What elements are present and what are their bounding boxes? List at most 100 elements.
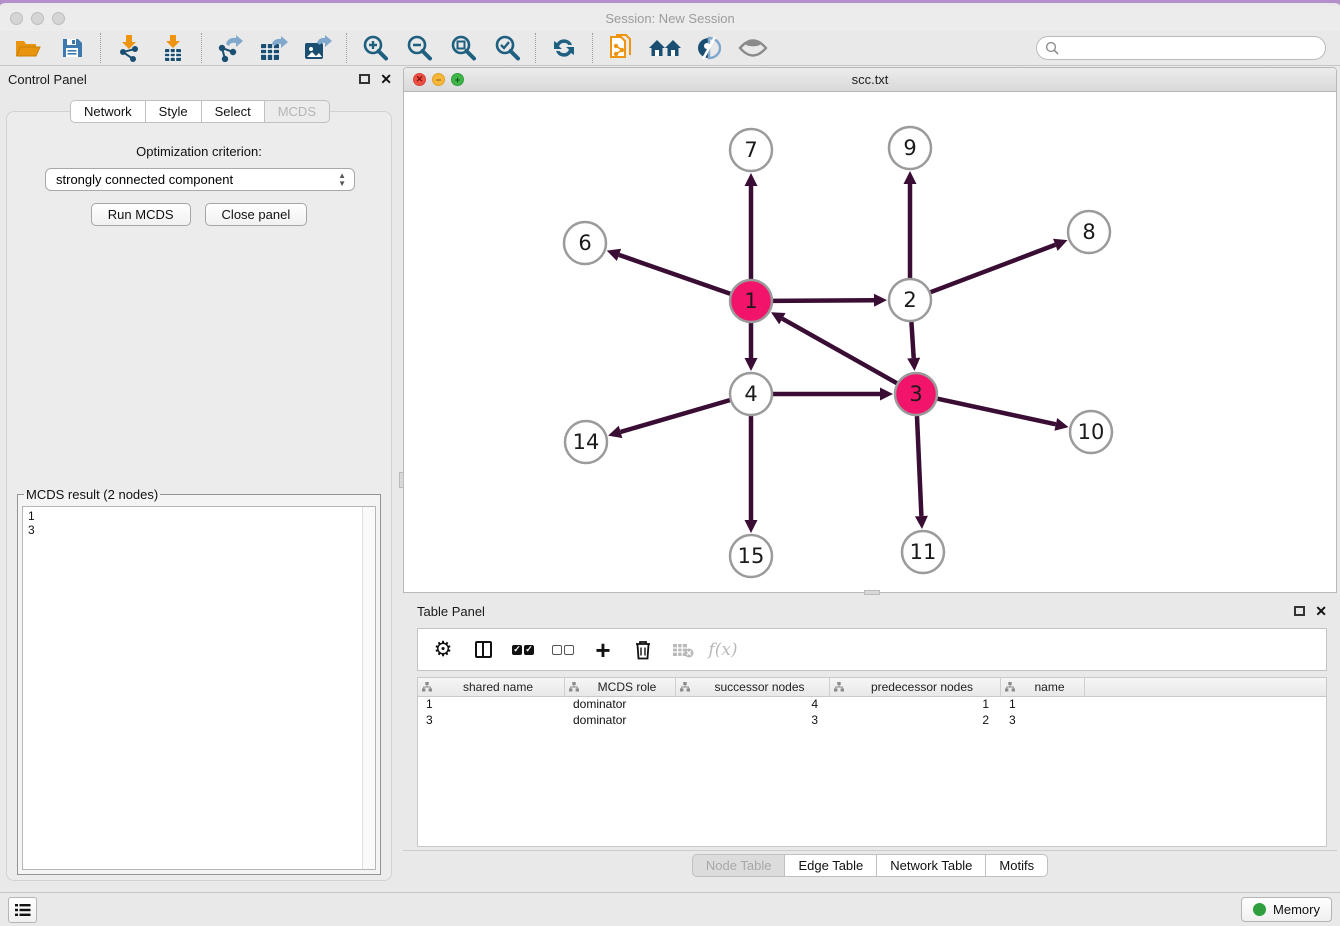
zoom-selected-button[interactable] (487, 32, 527, 64)
edge-4-14[interactable] (621, 400, 730, 432)
tab-style[interactable]: Style (145, 100, 201, 123)
network-canvas[interactable]: 1 2 3 4 6 7 8 9 10 11 14 15 (404, 92, 1336, 592)
node-7[interactable]: 7 (730, 129, 772, 171)
cell[interactable]: 1 (830, 697, 1001, 713)
float-panel-icon[interactable] (359, 74, 370, 84)
close-panel-button[interactable]: Close panel (205, 203, 308, 226)
zoom-out-button[interactable] (399, 32, 439, 64)
tab-motifs[interactable]: Motifs (985, 854, 1048, 877)
graph-edges[interactable] (619, 184, 1056, 520)
minimize-window-icon[interactable] (31, 12, 44, 25)
deselect-all-columns-button[interactable] (548, 635, 578, 665)
select-all-columns-button[interactable]: ✓✓ (508, 635, 538, 665)
cell[interactable]: dominator (565, 697, 676, 713)
node-15[interactable]: 15 (730, 535, 772, 577)
add-column-button[interactable]: + (588, 635, 618, 665)
node-table[interactable]: shared nameMCDS rolesuccessor nodesprede… (417, 677, 1327, 847)
table-panel: Table Panel ✕ ⚙ ✓✓ + f(x) shared nameMCD… (403, 598, 1337, 893)
node-1[interactable]: 1 (730, 280, 772, 322)
network-graph[interactable]: 1 2 3 4 6 7 8 9 10 11 14 15 (404, 92, 1336, 592)
task-history-button[interactable] (8, 897, 37, 923)
node-9[interactable]: 9 (889, 127, 931, 169)
edge-1-6[interactable] (619, 255, 730, 294)
maximize-window-icon[interactable] (52, 12, 65, 25)
control-panel-title: Control Panel (8, 72, 359, 87)
vertical-splitter-grip[interactable] (399, 472, 404, 488)
tab-select[interactable]: Select (201, 100, 264, 123)
column-header-successor-nodes[interactable]: successor nodes (676, 678, 830, 696)
tab-network-table[interactable]: Network Table (876, 854, 985, 877)
zoom-fit-button[interactable] (443, 32, 483, 64)
edge-2-8[interactable] (931, 245, 1056, 292)
open-session-button[interactable] (8, 32, 48, 64)
tab-network[interactable]: Network (70, 100, 145, 123)
tab-node-table[interactable]: Node Table (692, 854, 785, 877)
network-close-icon[interactable]: ✕ (413, 73, 426, 86)
export-image-button[interactable] (298, 32, 338, 64)
table-body[interactable]: 1dominator4113dominator323 (418, 697, 1326, 729)
edge-3-1[interactable] (782, 319, 896, 384)
table-row[interactable]: 3dominator323 (418, 713, 1326, 729)
cell[interactable]: 3 (676, 713, 830, 729)
column-header-MCDS-role[interactable]: MCDS role (565, 678, 676, 696)
close-window-icon[interactable] (10, 12, 23, 25)
columns-icon (475, 641, 492, 658)
zoom-fit-icon (449, 34, 477, 62)
delete-column-button[interactable] (628, 635, 658, 665)
status-bar: Memory (0, 892, 1340, 926)
close-panel-icon[interactable]: ✕ (380, 72, 392, 86)
export-network-button[interactable] (210, 32, 250, 64)
zoom-in-button[interactable] (355, 32, 395, 64)
close-table-panel-icon[interactable]: ✕ (1315, 604, 1327, 618)
column-header-shared-name[interactable]: shared name (418, 678, 565, 696)
node-3[interactable]: 3 (895, 373, 937, 415)
edge-3-10[interactable] (937, 399, 1055, 425)
node-14[interactable]: 14 (565, 421, 607, 463)
gear-icon: ⚙ (434, 639, 453, 660)
import-network-button[interactable] (109, 32, 149, 64)
mcds-result-textarea[interactable]: 1 3 (22, 506, 376, 870)
column-header-predecessor-nodes[interactable]: predecessor nodes (830, 678, 1001, 696)
node-10[interactable]: 10 (1070, 411, 1112, 453)
node-2[interactable]: 2 (889, 279, 931, 321)
search-input[interactable] (1064, 41, 1317, 55)
table-row[interactable]: 1dominator411 (418, 697, 1326, 713)
birds-eye-view-button[interactable] (733, 32, 773, 64)
svg-text:4: 4 (744, 382, 757, 406)
network-window-titlebar[interactable]: ✕ − + scc.txt (404, 68, 1336, 92)
column-view-button[interactable] (468, 635, 498, 665)
cell[interactable]: 1 (418, 697, 565, 713)
run-mcds-button[interactable]: Run MCDS (91, 203, 191, 226)
export-table-button[interactable] (254, 32, 294, 64)
save-session-button[interactable] (52, 32, 92, 64)
cell[interactable]: 2 (830, 713, 1001, 729)
tab-mcds[interactable]: MCDS (264, 100, 330, 123)
float-table-panel-icon[interactable] (1294, 606, 1305, 616)
network-maximize-icon[interactable]: + (451, 73, 464, 86)
tab-edge-table[interactable]: Edge Table (784, 854, 876, 877)
refresh-network-button[interactable] (544, 32, 584, 64)
import-table-button[interactable] (153, 32, 193, 64)
cell[interactable]: dominator (565, 713, 676, 729)
node-6[interactable]: 6 (564, 222, 606, 264)
horizontal-splitter-grip[interactable] (864, 590, 880, 595)
cell[interactable]: 1 (1001, 697, 1085, 713)
cell[interactable]: 3 (1001, 713, 1085, 729)
table-options-gear-button[interactable]: ⚙ (428, 635, 458, 665)
edge-3-11[interactable] (917, 416, 921, 516)
edge-2-3[interactable] (911, 322, 913, 358)
cell[interactable]: 4 (676, 697, 830, 713)
result-scrollbar[interactable] (362, 507, 375, 869)
network-minimize-icon[interactable]: − (432, 73, 445, 86)
node-4[interactable]: 4 (730, 373, 772, 415)
clone-network-button[interactable] (601, 32, 641, 64)
column-header-name[interactable]: name (1001, 678, 1085, 696)
home-layout-button[interactable] (645, 32, 685, 64)
criterion-select[interactable]: strongly connected component ▲▼ (45, 168, 355, 191)
toggle-graphics-details-button[interactable] (689, 32, 729, 64)
cell[interactable]: 3 (418, 713, 565, 729)
node-11[interactable]: 11 (902, 531, 944, 573)
node-8[interactable]: 8 (1068, 211, 1110, 253)
memory-button[interactable]: Memory (1241, 897, 1332, 922)
edge-1-2[interactable] (773, 300, 874, 301)
